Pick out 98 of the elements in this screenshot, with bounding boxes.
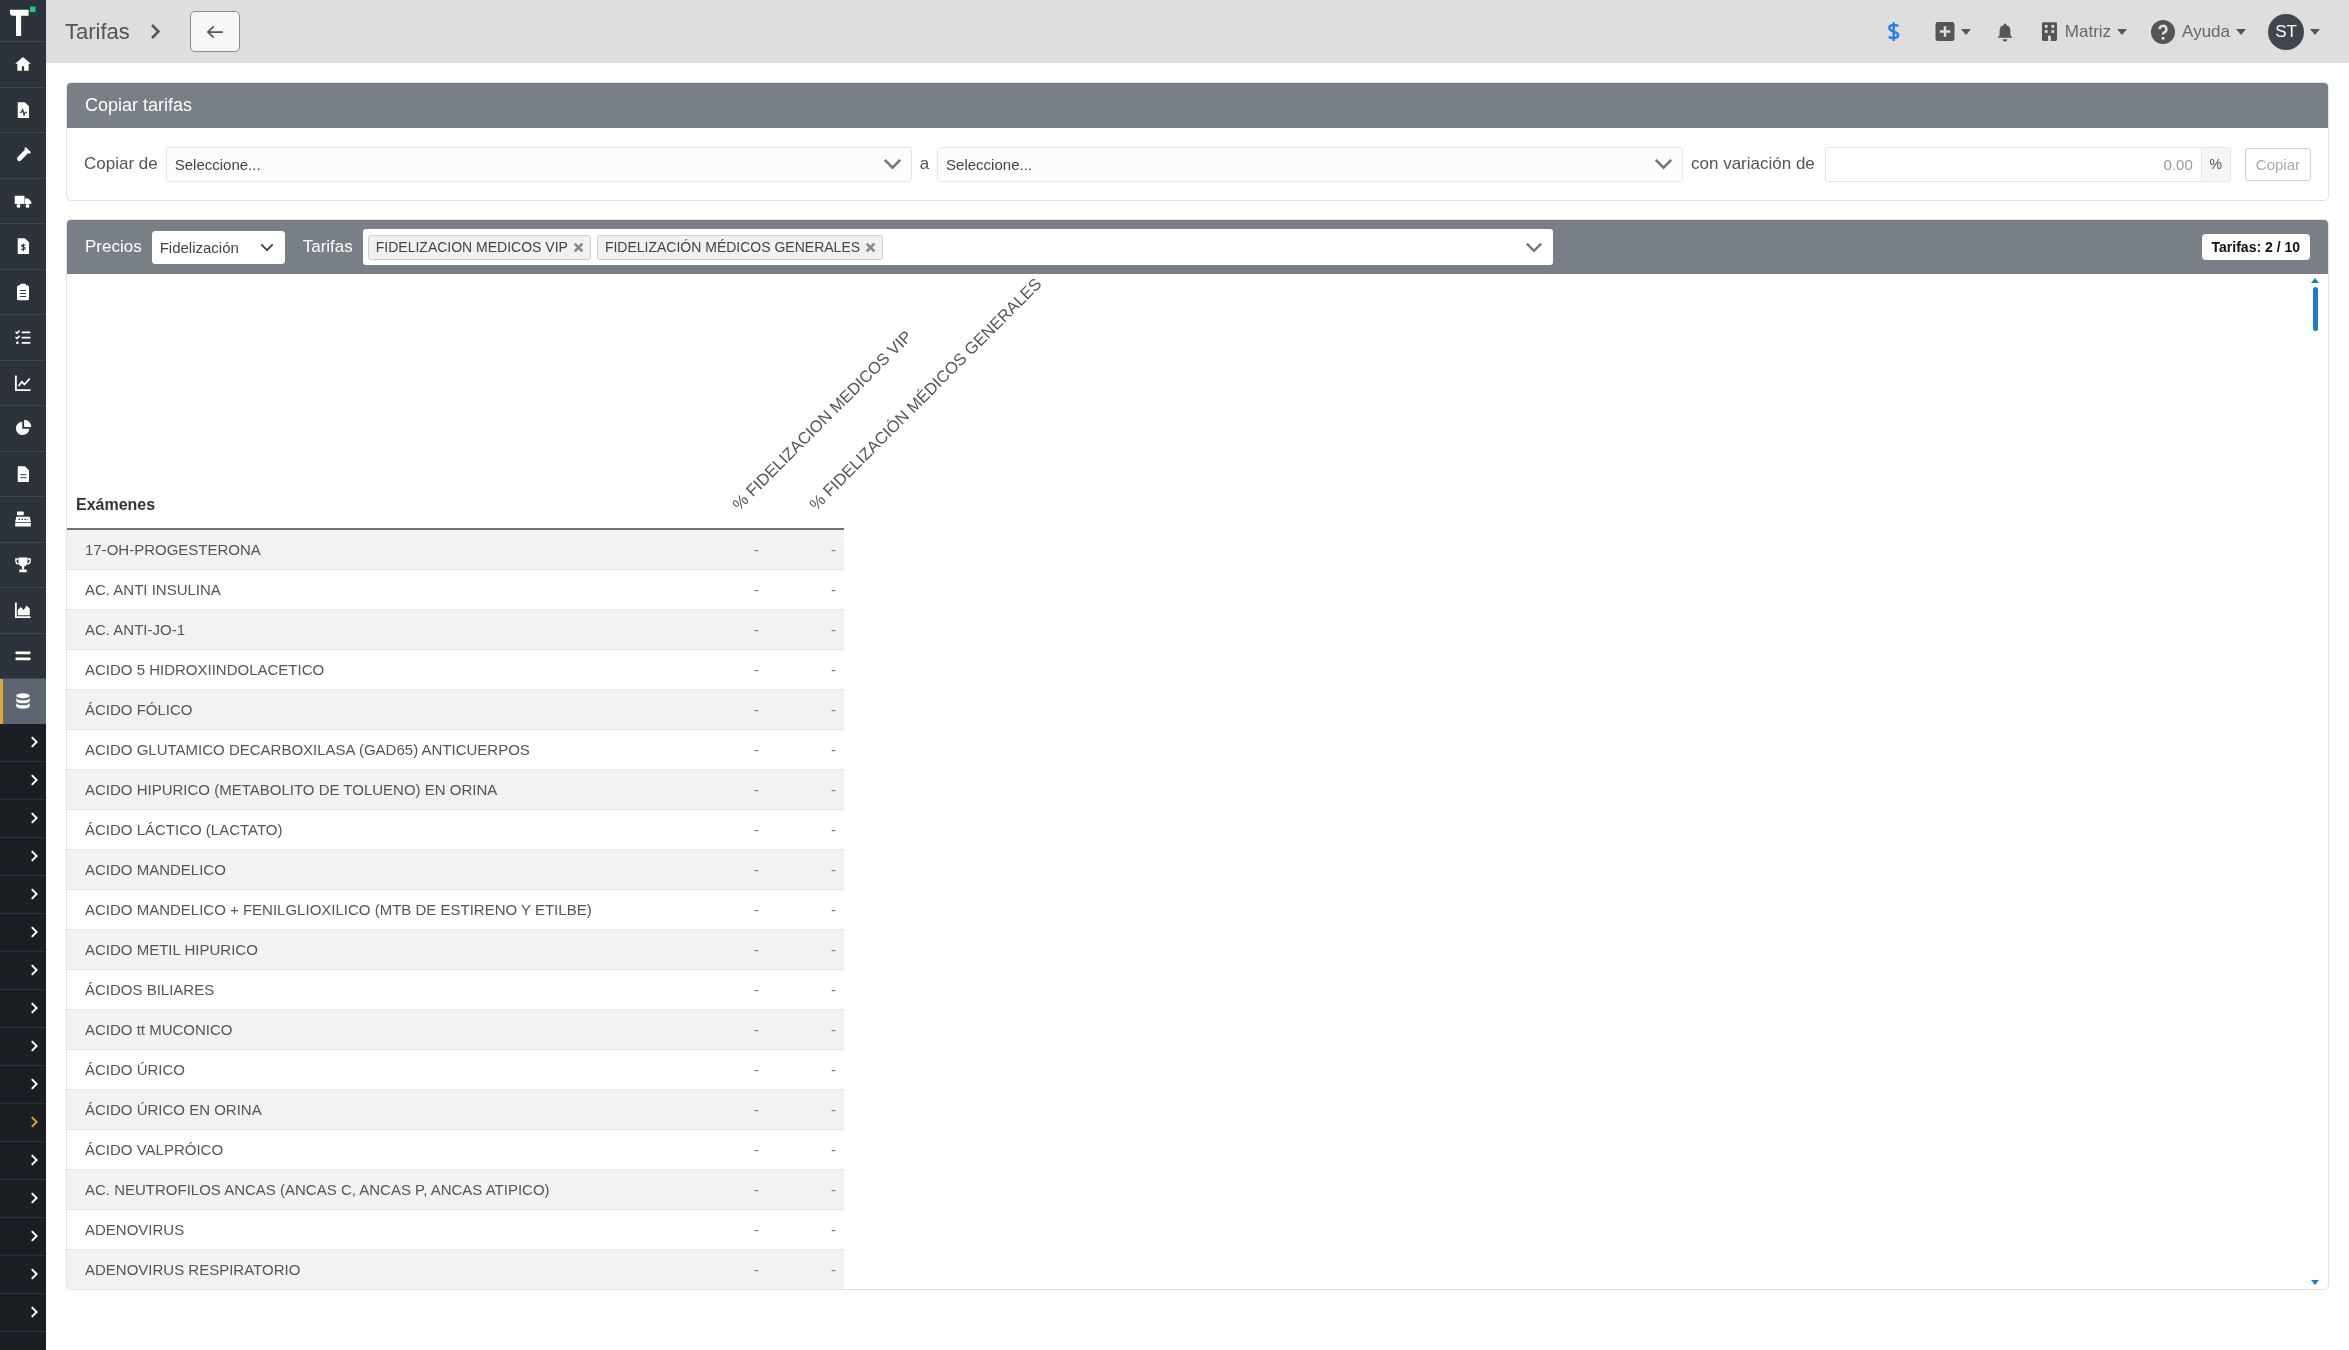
sidebar-menu-item[interactable] <box>0 496 46 542</box>
exam-name-cell: ACIDO MANDELICO <box>67 849 690 890</box>
pie-chart-icon[interactable] <box>14 419 32 438</box>
sidebar-menu-item[interactable] <box>0 314 46 360</box>
rate-value-cell: - <box>690 929 767 970</box>
chevron-right-icon[interactable] <box>30 1116 38 1128</box>
chevron-down-icon[interactable] <box>882 158 902 170</box>
caret-icon[interactable] <box>1960 28 1971 35</box>
rate-value-cell: - <box>690 1089 767 1130</box>
exam-name-cell: ÁCIDO FÓLICO <box>67 689 690 730</box>
sidebar-menu-item[interactable] <box>0 632 46 678</box>
sidebar-menu-item[interactable] <box>0 86 46 132</box>
sidebar-menu-item[interactable] <box>0 405 46 451</box>
rate-value-cell: - <box>767 1169 844 1210</box>
down-arrow-icon[interactable] <box>2311 1280 2319 1285</box>
help-icon[interactable] <box>2151 19 2176 44</box>
arrow-left-icon[interactable] <box>205 24 224 39</box>
logo-icon[interactable] <box>9 5 37 36</box>
sidebar-menu-item[interactable] <box>0 41 46 87</box>
rate-value-cell: - <box>767 1249 844 1289</box>
rate-value-cell: - <box>767 849 844 890</box>
close-icon[interactable] <box>865 241 877 253</box>
chevron-down-icon[interactable] <box>1654 158 1673 170</box>
caret-icon[interactable] <box>2236 28 2246 35</box>
page-title: Tarifas <box>65 18 130 45</box>
exam-name-cell: ACIDO HIPURICO (METABOLITO DE TOLUENO) EN ORINA <box>67 769 690 810</box>
rate-value-cell: - <box>767 1089 844 1130</box>
add-menu-button[interactable] <box>1934 22 1971 41</box>
line-chart-icon[interactable] <box>14 373 32 392</box>
chevron-down-icon[interactable] <box>1524 241 1543 253</box>
unit-addon: % <box>2200 146 2231 182</box>
bell-icon[interactable] <box>1995 21 2014 42</box>
rate-value-cell: - <box>690 529 767 570</box>
rate-value-cell: - <box>690 609 767 650</box>
form-label: Copiar de <box>84 154 158 174</box>
rate-value-cell: - <box>690 769 767 810</box>
rate-value-cell: - <box>767 689 844 730</box>
checklist-icon[interactable] <box>14 328 32 347</box>
rate-value-cell: - <box>767 1009 844 1050</box>
exam-name-cell: ADENOVIRUS RESPIRATORIO <box>67 1249 690 1289</box>
sidebar-menu-item[interactable] <box>0 678 46 724</box>
chevron-down-icon[interactable] <box>259 242 274 252</box>
back-button[interactable] <box>189 11 240 52</box>
building-icon[interactable] <box>2041 22 2057 41</box>
sidebar-menu-item[interactable] <box>0 132 46 178</box>
sidebar-menu-item[interactable] <box>0 268 46 314</box>
form-label: a <box>919 154 930 174</box>
scrollbar-thumb[interactable] <box>2312 287 2318 331</box>
target-select[interactable]: Seleccione... <box>937 146 1683 182</box>
chevron-right-icon <box>149 23 160 40</box>
rate-value-cell: - <box>767 769 844 810</box>
plus-square-icon[interactable] <box>1934 22 1955 41</box>
home-icon[interactable] <box>14 55 32 74</box>
rate-value-cell: - <box>767 929 844 970</box>
sidebar-menu-item[interactable] <box>0 223 46 269</box>
form-label: Precios <box>85 237 142 257</box>
branch-menu-button[interactable]: Matriz <box>2041 21 2128 42</box>
sidebar-menu-item[interactable] <box>0 541 46 587</box>
tariff-chip[interactable]: FIDELIZACION MEDICOS VIP <box>367 234 591 260</box>
form-label: con variación de <box>1691 154 1815 174</box>
source-select[interactable]: Seleccione... <box>165 146 912 182</box>
caret-icon[interactable] <box>2117 28 2128 35</box>
tariff-chip[interactable]: FIDELIZACIÓN MÉDICOS GENERALES <box>596 234 884 260</box>
database-icon[interactable] <box>14 692 32 711</box>
rate-value-cell: - <box>690 1009 767 1050</box>
help-menu-button[interactable]: Ayuda <box>2151 19 2246 44</box>
rate-value-cell: - <box>690 849 767 890</box>
rate-value-cell: - <box>690 1169 767 1210</box>
exam-name-cell: AC. ANTI-JO-1 <box>67 609 690 650</box>
close-icon[interactable] <box>572 241 584 253</box>
rate-value-cell: - <box>690 1249 767 1289</box>
tariff-count-badge: Tarifas: 2 / 10 <box>2201 234 2310 260</box>
exam-name-cell: AC. NEUTROFILOS ANCAS (ANCAS C, ANCAS P, ANCAS ATIPICO) <box>67 1169 690 1210</box>
exam-name-cell: 17-OH-PROGESTERONA <box>67 529 690 570</box>
sidebar-menu-item[interactable] <box>0 359 46 405</box>
rate-value-cell: - <box>767 609 844 650</box>
exam-name-cell: ACIDO tt MUCONICO <box>67 1009 690 1050</box>
form-label: Tarifas <box>302 237 353 257</box>
clipboard-icon[interactable] <box>14 282 32 301</box>
panel-title: Copiar tarifas <box>85 95 193 116</box>
dollar-icon[interactable] <box>1885 20 1901 43</box>
user-avatar[interactable]: ST <box>2268 13 2304 50</box>
sidebar-menu-item[interactable] <box>0 587 46 633</box>
sidebar-menu-item[interactable] <box>0 177 46 223</box>
variation-input[interactable]: 0.00 <box>1824 146 2201 182</box>
sidebar-menu-item[interactable] <box>0 450 46 496</box>
area-chart-icon[interactable] <box>14 601 32 620</box>
user-menu-button[interactable]: ST <box>2268 13 2320 50</box>
rate-value-cell: - <box>690 689 767 730</box>
exam-name-cell: ACIDO METIL HIPURICO <box>67 929 690 970</box>
price-type-select[interactable]: Fidelización <box>151 230 285 264</box>
rate-value-cell: - <box>767 529 844 570</box>
caret-icon[interactable] <box>2310 28 2320 35</box>
tariff-multiselect[interactable]: FIDELIZACION MEDICOS VIP FIDELIZACIÓN MÉDICOS GENERALES <box>362 229 1553 265</box>
trophy-icon[interactable] <box>14 555 32 574</box>
up-arrow-icon[interactable] <box>2311 278 2319 283</box>
exam-name-cell: ÁCIDO ÚRICO EN ORINA <box>67 1089 690 1130</box>
cash-register-icon[interactable] <box>14 510 32 529</box>
